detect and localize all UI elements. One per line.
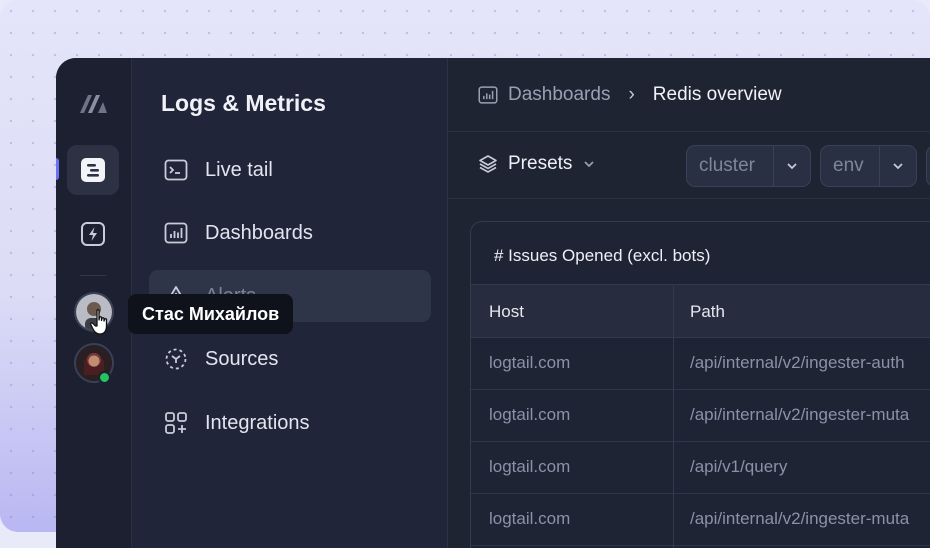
sidebar-item-integrations[interactable]: Integrations bbox=[149, 397, 431, 449]
breadcrumb-parent[interactable]: Dashboards bbox=[508, 84, 610, 106]
column-header-path[interactable]: Path bbox=[690, 302, 725, 322]
logs-icon bbox=[81, 158, 105, 182]
main-content: Dashboards › Redis overview Presets clus… bbox=[448, 58, 930, 548]
card-title: # Issues Opened (excl. bots) bbox=[494, 246, 711, 265]
table-row[interactable]: logtail.com /api/internal/v2/ingester-mu… bbox=[471, 493, 930, 546]
cluster-select-placeholder: cluster bbox=[699, 155, 755, 176]
env-select-placeholder: env bbox=[833, 155, 864, 176]
sidebar-item-label: Sources bbox=[205, 347, 279, 370]
sidebar-item-label: Live tail bbox=[205, 158, 273, 181]
cell-host: logtail.com bbox=[489, 457, 571, 476]
integrations-icon bbox=[163, 410, 189, 436]
topbar: Dashboards › Redis overview bbox=[448, 58, 930, 132]
presets-label: Presets bbox=[508, 153, 573, 174]
table-row[interactable]: logtail.com /api/internal/v2/ingester-mu… bbox=[471, 389, 930, 442]
online-status-dot bbox=[98, 371, 111, 384]
rail-logs-button[interactable] bbox=[67, 145, 119, 195]
chart-icon bbox=[163, 220, 189, 246]
table-header: Host Path bbox=[471, 284, 930, 338]
bolt-icon bbox=[81, 222, 105, 246]
cluster-select[interactable]: cluster bbox=[686, 145, 811, 187]
cell-host: logtail.com bbox=[489, 509, 571, 528]
sidebar-item-label: Dashboards bbox=[205, 221, 313, 244]
chevron-down-icon bbox=[773, 146, 810, 186]
active-indicator bbox=[56, 158, 59, 180]
presets-button[interactable]: Presets bbox=[478, 153, 596, 175]
table-row[interactable]: logtail.com /api/v1/query bbox=[471, 441, 930, 494]
column-divider bbox=[673, 284, 674, 548]
chart-icon bbox=[478, 86, 498, 104]
cell-host: logtail.com bbox=[489, 353, 571, 372]
terminal-icon bbox=[163, 157, 189, 183]
sources-icon bbox=[163, 346, 189, 372]
icon-rail bbox=[56, 58, 132, 548]
table-row[interactable]: logtail.com /api/internal/v2/ingester-au… bbox=[471, 337, 930, 390]
rail-uptime-button[interactable] bbox=[67, 209, 119, 259]
rail-divider bbox=[80, 275, 106, 276]
chevron-down-icon bbox=[879, 146, 916, 186]
cell-path: /api/internal/v2/ingester-muta bbox=[690, 509, 910, 528]
logo-icon bbox=[80, 95, 107, 113]
sidebar-item-sources[interactable]: Sources bbox=[149, 333, 431, 385]
issues-table-card: # Issues Opened (excl. bots) Host Path l… bbox=[470, 221, 930, 548]
breadcrumb-separator: › bbox=[628, 84, 635, 105]
hand-cursor-icon bbox=[90, 309, 108, 335]
cell-path: /api/internal/v2/ingester-muta bbox=[690, 405, 910, 424]
column-header-host[interactable]: Host bbox=[489, 302, 524, 322]
chevron-down-icon bbox=[584, 161, 595, 168]
env-select[interactable]: env bbox=[820, 145, 917, 187]
breadcrumb: Dashboards › Redis overview bbox=[478, 84, 782, 106]
cell-path: /api/internal/v2/ingester-auth bbox=[690, 353, 905, 372]
sidebar-title: Logs & Metrics bbox=[161, 90, 326, 116]
layers-icon bbox=[479, 155, 497, 173]
filter-bar: Presets cluster env regio bbox=[448, 132, 930, 199]
cell-host: logtail.com bbox=[489, 405, 571, 424]
user-tooltip: Стас Михайлов bbox=[128, 294, 294, 334]
sidebar-item-label: Integrations bbox=[205, 411, 310, 434]
sidebar-item-dashboards[interactable]: Dashboards bbox=[149, 207, 431, 259]
cell-path: /api/v1/query bbox=[690, 457, 788, 476]
sidebar-item-live-tail[interactable]: Live tail bbox=[149, 144, 431, 196]
region-select[interactable]: regio bbox=[926, 145, 930, 187]
breadcrumb-current: Redis overview bbox=[652, 84, 782, 105]
